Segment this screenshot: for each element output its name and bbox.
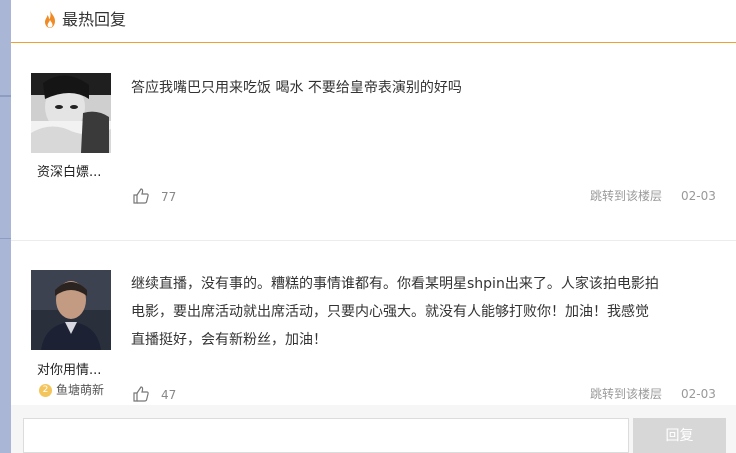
- like-count: 77: [161, 190, 177, 204]
- reply-content-line: 继续直播，没有事的。糟糕的事情谁都有。你看某明星shpin出来了。人家该拍电影拍: [131, 276, 659, 292]
- avatar[interactable]: [31, 270, 111, 350]
- reply-input[interactable]: [23, 418, 629, 453]
- reply-content-line: 电影，要出席活动就出席活动，只要内心强大。就没有人能够打败你！加油！我感觉: [131, 304, 649, 320]
- like-count: 47: [161, 388, 177, 402]
- reply-footer: 回复: [11, 405, 736, 453]
- jump-to-floor-link[interactable]: 跳转到该楼层: [590, 189, 662, 203]
- username[interactable]: 对你用情...: [31, 363, 121, 379]
- fire-icon: [45, 10, 55, 28]
- hot-replies-panel: 最热回复 资深白嫖... 答应我嘴巴只用来吃饭 喝水 不要给皇帝表演别的好吗 7…: [11, 0, 736, 453]
- user-badge: 2 鱼塘萌新: [39, 383, 104, 397]
- jump-to-floor-link[interactable]: 跳转到该楼层: [590, 387, 662, 401]
- page-side-strip: [0, 0, 11, 453]
- reply-date: 02-03: [681, 387, 716, 401]
- reply-content: 继续直播，没有事的。糟糕的事情谁都有。你看某明星shpin出来了。人家该拍电影拍…: [131, 270, 721, 354]
- reply-content-line: 直播挺好，会有新粉丝，加油！: [131, 332, 327, 348]
- reply-item: 对你用情... 2 鱼塘萌新 继续直播，没有事的。糟糕的事情谁都有。你看某明星s…: [11, 242, 736, 405]
- badge-label: 鱼塘萌新: [56, 383, 105, 397]
- reply-item: 资深白嫖... 答应我嘴巴只用来吃饭 喝水 不要给皇帝表演别的好吗 77 跳转到…: [11, 44, 736, 241]
- avatar[interactable]: [31, 73, 111, 153]
- reply-button[interactable]: 回复: [633, 418, 726, 453]
- level-badge-icon: 2: [39, 383, 52, 397]
- panel-title: 最热回复: [62, 10, 127, 29]
- username[interactable]: 资深白嫖...: [31, 165, 121, 181]
- reply-content: 答应我嘴巴只用来吃饭 喝水 不要给皇帝表演别的好吗: [131, 80, 462, 96]
- reply-date: 02-03: [681, 189, 716, 203]
- thumbs-up-icon[interactable]: [132, 187, 150, 205]
- thumbs-up-icon[interactable]: [132, 385, 150, 403]
- panel-header: 最热回复: [11, 0, 736, 43]
